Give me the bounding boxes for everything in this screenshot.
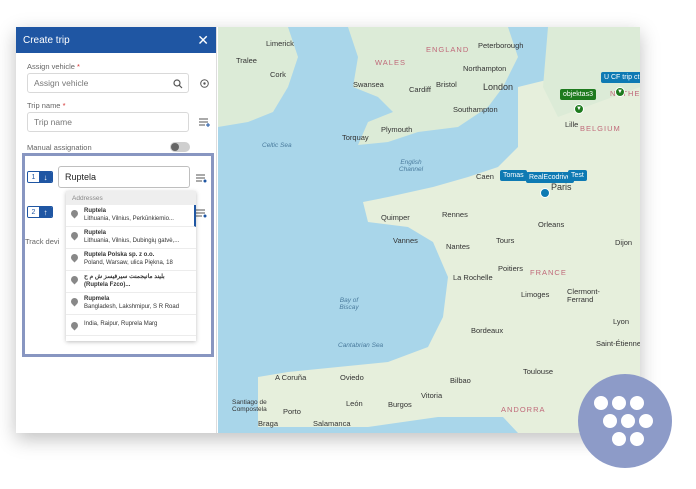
vehicle-marker[interactable]: ▼ — [574, 104, 584, 114]
suggestion-item[interactable]: بلیند مانیجمنت سیرفیسز ش م ح (Ruptela Fzc… — [66, 271, 196, 293]
city-label: Dijon — [615, 238, 633, 247]
city-label: Porto — [283, 407, 301, 416]
sea-label: English Channel — [398, 159, 424, 173]
brand-logo — [578, 374, 672, 468]
city-label: Nantes — [446, 242, 470, 251]
country-label: BELGIUM — [580, 124, 621, 133]
route-step-2[interactable]: 2 ↑ — [27, 206, 53, 218]
city-label: Swansea — [353, 80, 384, 89]
city-label: Braga — [258, 419, 279, 428]
panel-title: Create trip — [23, 34, 70, 46]
location-pin-icon — [69, 320, 80, 331]
step-2-options-icon[interactable] — [195, 207, 207, 219]
vehicle-tag[interactable]: objektas3 — [560, 89, 596, 100]
city-label: Santiago de Compostela — [232, 399, 267, 413]
city-label: Burgos — [388, 400, 412, 409]
manual-assignation-label: Manual assignation — [27, 143, 92, 152]
city-label: Saint-Étienne — [596, 339, 640, 348]
suggestions-header: Addresses — [66, 191, 196, 205]
assign-vehicle-label: Assign vehicle * — [27, 62, 80, 71]
city-label: Toulouse — [523, 367, 554, 376]
city-label: London — [483, 82, 514, 92]
city-label: Paris — [551, 182, 572, 192]
arrow-down-icon: ↓ — [39, 172, 52, 182]
suggestion-item[interactable]: Rupmela Bangladesh, Lakshmipur, S R Road — [66, 293, 196, 315]
vehicle-tag[interactable]: RealEcodrive — [526, 172, 574, 183]
sea-label: Bay of Biscay — [339, 297, 359, 311]
toggle-knob — [171, 143, 179, 151]
country-label: ANDORRA — [501, 405, 546, 414]
vehicle-tag[interactable]: Tomas — [500, 170, 527, 181]
city-label: Southampton — [453, 105, 498, 114]
suggestion-item[interactable]: India, Raipur, Ruprela Marg — [66, 315, 196, 336]
city-label: Lille — [565, 120, 579, 129]
location-pin-icon — [69, 252, 80, 263]
route-step-1[interactable]: 1 ↓ — [27, 171, 53, 183]
location-pin-icon — [69, 208, 80, 219]
city-label: Orleans — [538, 220, 565, 229]
country-label: ENGLAND — [426, 45, 470, 54]
city-label: Limoges — [521, 290, 550, 299]
vehicle-settings-icon[interactable] — [198, 77, 210, 89]
city-label: Quimper — [381, 213, 410, 222]
location-pin-icon — [69, 230, 80, 241]
address-search-input[interactable]: Ruptela — [58, 166, 190, 188]
city-label: Bordeaux — [471, 326, 504, 335]
city-label: Cork — [270, 70, 286, 79]
vehicle-tag[interactable]: U CF trip ct — [601, 72, 640, 83]
city-label: León — [346, 399, 363, 408]
city-label: Vannes — [393, 236, 418, 245]
create-trip-panel: Create trip ✕ Assign vehicle * Assign ve… — [16, 27, 217, 433]
city-label: Lyon — [613, 317, 629, 326]
city-label: Tours — [496, 236, 515, 245]
vehicle-tag[interactable]: Test — [568, 170, 587, 181]
city-label: Plymouth — [381, 125, 413, 134]
vehicle-marker[interactable] — [540, 188, 550, 198]
city-label: Bilbao — [450, 376, 471, 385]
arrow-up-icon: ↑ — [39, 207, 52, 217]
vehicle-marker[interactable]: ▼ — [615, 87, 625, 97]
city-label: Oviedo — [340, 373, 364, 382]
trip-list-icon[interactable] — [198, 116, 210, 128]
manual-assignation-toggle[interactable] — [170, 142, 190, 152]
search-icon[interactable] — [172, 78, 184, 90]
app-window: Create trip ✕ Assign vehicle * Assign ve… — [16, 27, 640, 433]
city-label: Peterborough — [478, 41, 524, 50]
suggestion-item[interactable]: Ruptela Polska sp. z o.o. Poland, Warsaw,… — [66, 249, 196, 271]
city-label: Limerick — [266, 39, 294, 48]
route-editor: 1 ↓ Ruptela 2 ↑ Track devi Addresses Rup… — [22, 153, 214, 357]
city-label: A Coruña — [275, 373, 307, 382]
city-label: Vitoria — [421, 391, 443, 400]
city-label: Cardiff — [409, 85, 431, 94]
suggestion-item[interactable]: Ruptela Lithuania, Vilnius, Dubingių gatv… — [66, 227, 196, 249]
location-pin-icon — [69, 274, 80, 285]
sea-label: Cantabrian Sea — [338, 342, 384, 349]
city-label: Clermont-Ferrand — [567, 287, 600, 304]
city-label: Salamanca — [313, 419, 351, 428]
city-label: Tralee — [236, 56, 257, 65]
map-view[interactable]: ENGLAND WALES FRANCE BELGIUM NETHERLA AN… — [218, 27, 640, 433]
location-pin-icon — [69, 296, 80, 307]
city-label: Torquay — [342, 133, 369, 142]
panel-header: Create trip ✕ — [16, 27, 216, 53]
country-label: FRANCE — [530, 268, 567, 277]
suggestion-item[interactable]: Ruptela Lithuania, Vilnius, Perkūnkiemio.… — [66, 205, 196, 227]
close-icon[interactable]: ✕ — [197, 33, 209, 47]
address-suggestions: Addresses Ruptela Lithuania, Vilnius, Per… — [66, 191, 196, 341]
track-device-label: Track devi — [25, 237, 60, 246]
city-label: Northampton — [463, 64, 507, 73]
city-label: La Rochelle — [453, 273, 493, 282]
city-label: Bristol — [436, 80, 457, 89]
city-label: Caen — [476, 172, 494, 181]
trip-name-input[interactable]: Trip name — [27, 112, 189, 132]
country-label: WALES — [375, 58, 406, 67]
city-label: Poitiers — [498, 264, 524, 273]
sea-label: Celtic Sea — [262, 142, 292, 149]
trip-name-label: Trip name * — [27, 101, 66, 110]
city-label: Rennes — [442, 210, 468, 219]
step-1-options-icon[interactable] — [195, 172, 207, 184]
assign-vehicle-input[interactable]: Assign vehicle — [27, 73, 189, 93]
